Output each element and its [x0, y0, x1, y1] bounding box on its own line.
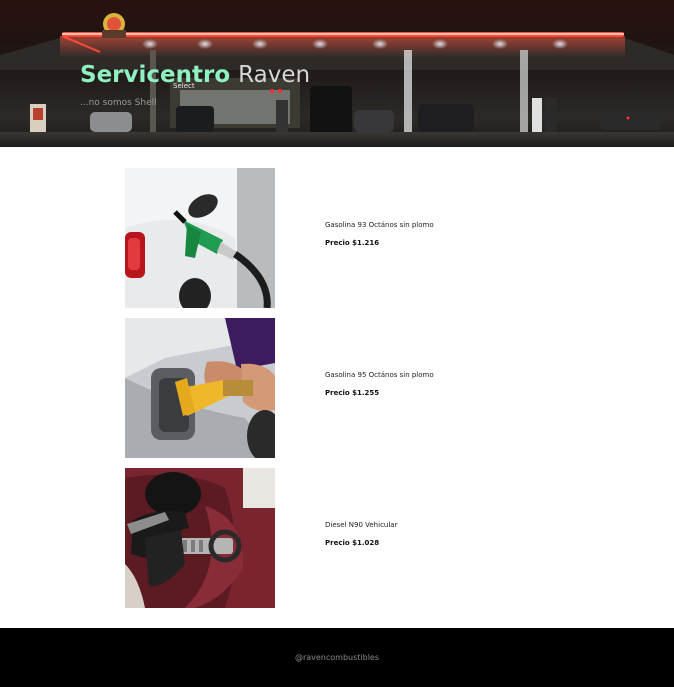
site-title[interactable]: Servicentro Raven: [80, 60, 310, 90]
fuel-nozzle-image: [125, 318, 275, 458]
yellow-nozzle-icon: [125, 318, 275, 458]
product-item-gasolina-93: Gasolina 93 Octános sin plomo Precio $1.…: [0, 168, 674, 308]
product-name: Gasolina 93 Octános sin plomo: [325, 221, 434, 229]
product-price: Precio $1.255: [325, 389, 380, 397]
product-info: Gasolina 95 Octános sin plomo Precio $1.…: [325, 370, 434, 398]
product-name: Gasolina 95 Octános sin plomo: [325, 371, 434, 379]
fuel-nozzle-image: [125, 168, 275, 308]
product-item-diesel-n90: Diesel N90 Vehicular Precio $1.028: [0, 468, 674, 608]
site-title-part2: Raven: [238, 62, 311, 88]
product-info: Gasolina 93 Octános sin plomo Precio $1.…: [325, 220, 434, 248]
fuel-nozzle-image: [125, 468, 275, 608]
product-price: Precio $1.028: [325, 539, 380, 547]
diesel-nozzle-icon: [125, 468, 275, 608]
site-title-part1: Servicentro: [80, 62, 231, 88]
green-nozzle-icon: [125, 168, 275, 308]
site-tagline: ...no somos Shell: [80, 98, 157, 108]
social-handle-link[interactable]: @ravencombustibles: [295, 653, 379, 662]
product-price: Precio $1.216: [325, 239, 380, 247]
site-footer: @ravencombustibles: [0, 628, 674, 687]
product-info: Diesel N90 Vehicular Precio $1.028: [325, 520, 397, 548]
hero-banner: Select Servicentro Raven ...no somos She…: [0, 0, 674, 147]
product-item-gasolina-95: Gasolina 95 Octános sin plomo Precio $1.…: [0, 318, 674, 458]
product-name: Diesel N90 Vehicular: [325, 521, 398, 529]
